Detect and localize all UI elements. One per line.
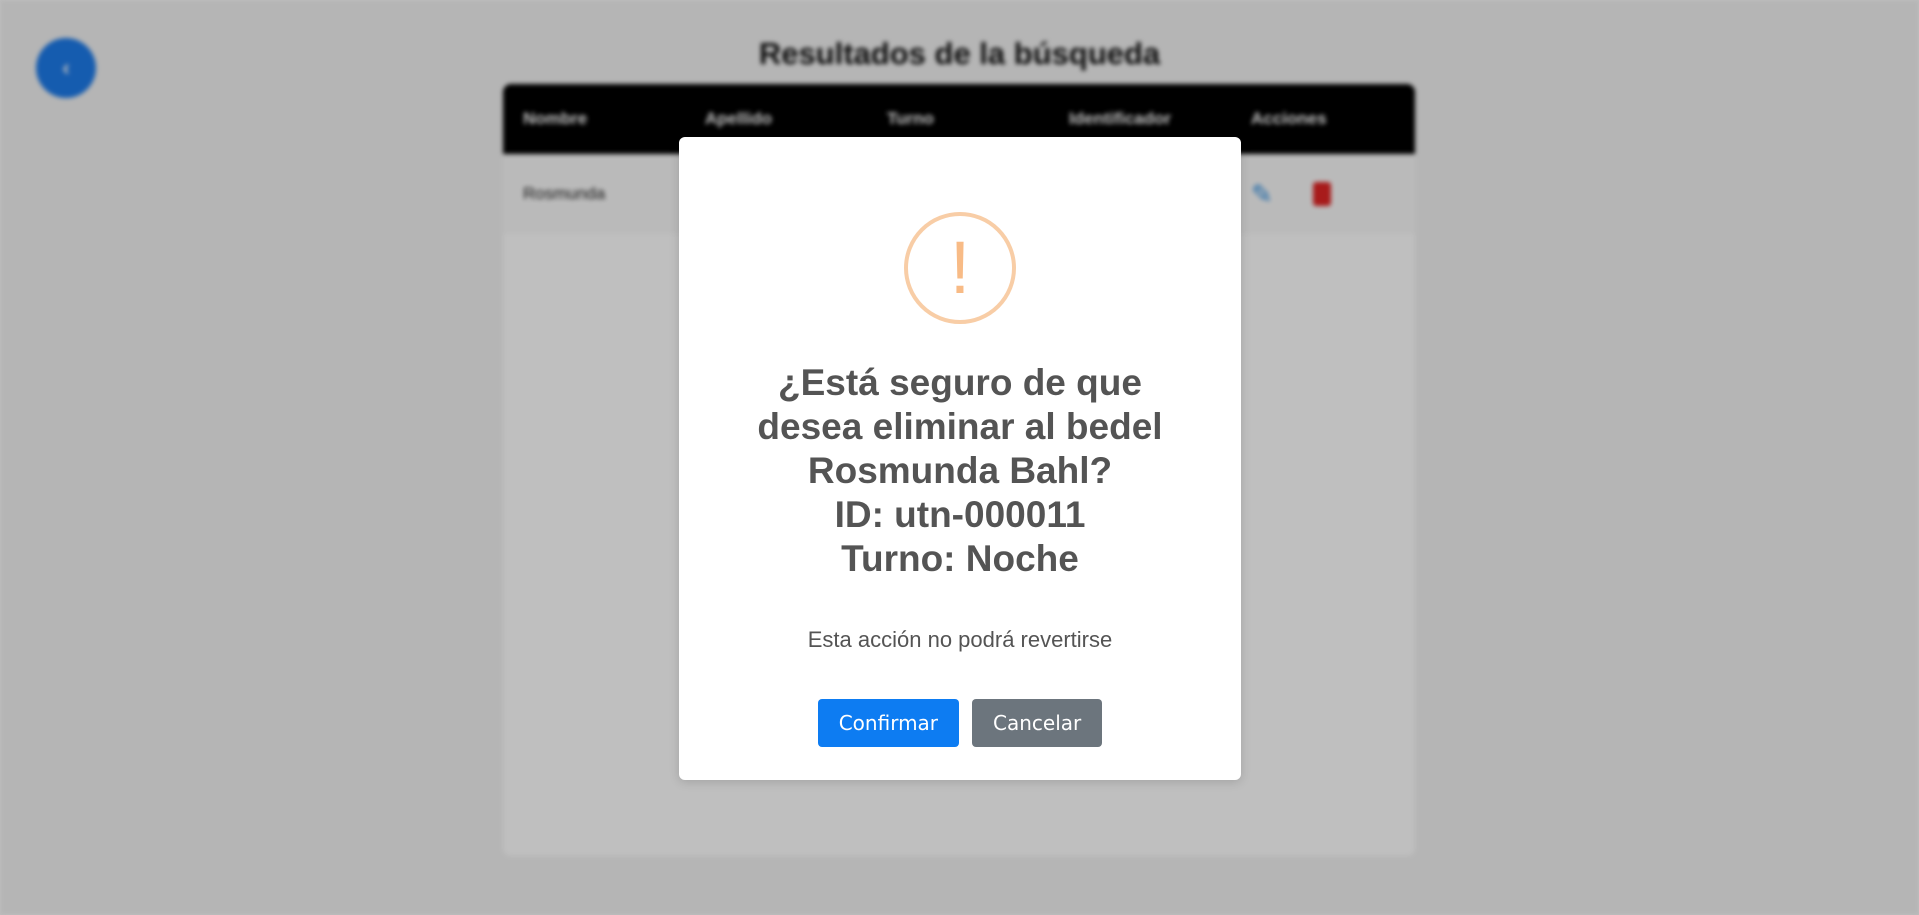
dialog-title: ¿Está seguro de que desea eliminar al be… <box>709 361 1211 581</box>
cancel-button[interactable]: Cancelar <box>972 699 1103 747</box>
warning-icon: ! <box>904 212 1016 324</box>
dialog-title-line: ID: utn-000011 <box>834 494 1086 535</box>
dialog-title-line: desea eliminar al bedel <box>757 406 1163 447</box>
confirm-delete-dialog: ! ¿Está seguro de que desea eliminar al … <box>679 137 1241 780</box>
dialog-title-line: ¿Está seguro de que <box>778 362 1142 403</box>
dialog-title-line: Rosmunda Bahl? <box>807 450 1113 491</box>
dialog-text: Esta acción no podrá revertirse <box>807 627 1113 652</box>
dialog-actions: Confirmar Cancelar <box>679 699 1241 747</box>
confirm-button[interactable]: Confirmar <box>817 699 960 747</box>
dialog-title-line: Turno: Noche <box>841 538 1079 579</box>
